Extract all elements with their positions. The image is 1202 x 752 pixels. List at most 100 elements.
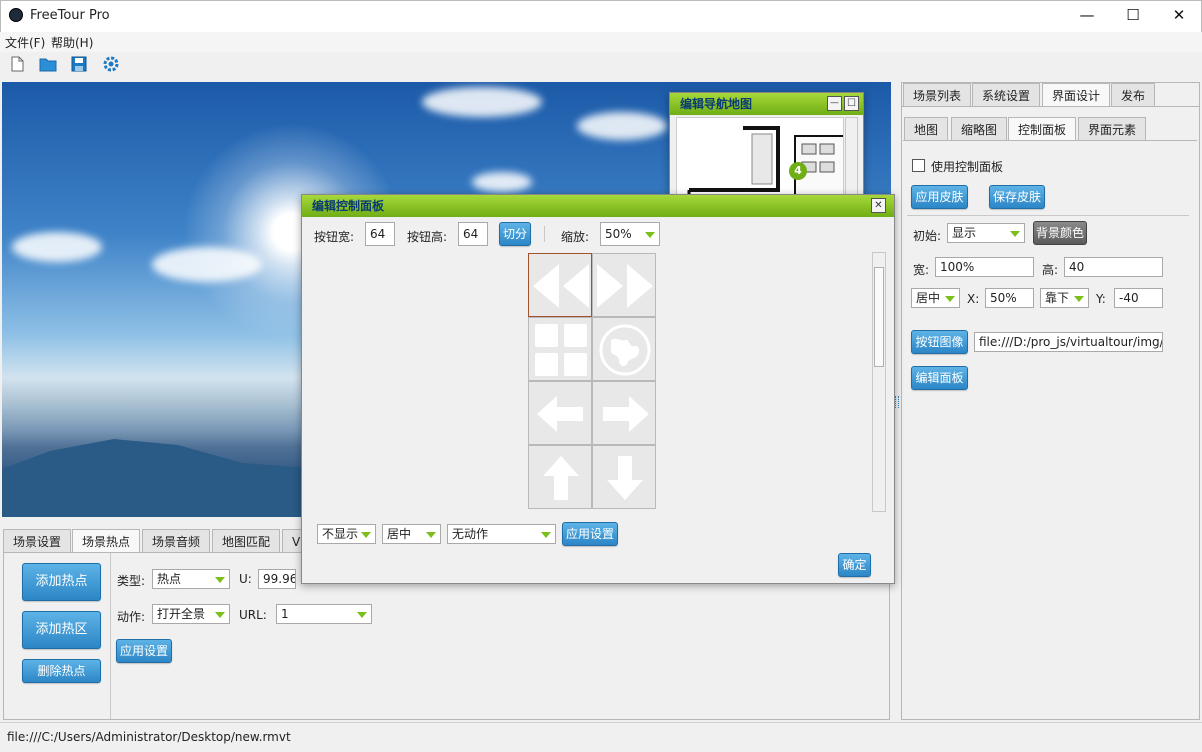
bg-color-button[interactable]: 背景颜色 — [1033, 221, 1087, 245]
divider — [902, 106, 1199, 107]
minimize-icon[interactable]: — — [827, 96, 842, 111]
tab-ui-design[interactable]: 界面设计 — [1042, 83, 1111, 107]
valign-select-value: 靠下 — [1045, 291, 1070, 305]
grid-cell-rewind[interactable] — [528, 253, 592, 317]
app-title: FreeTour Pro — [30, 8, 110, 23]
button-image-button[interactable]: 按钮图像 — [911, 330, 968, 354]
panel-action-select-value: 无动作 — [452, 527, 489, 541]
map-marker-badge[interactable]: 4 — [789, 162, 807, 180]
url-select-value: 1 — [281, 607, 289, 621]
minimize-button[interactable]: — — [1064, 0, 1110, 30]
menu-file[interactable]: 文件(F) — [5, 34, 45, 51]
maximize-icon[interactable]: ☐ — [844, 96, 859, 111]
maximize-button[interactable]: ☐ — [1110, 0, 1156, 30]
width-field[interactable]: 100% — [935, 257, 1034, 277]
grid-cell-thumbnails[interactable] — [528, 317, 592, 381]
splitter-handle[interactable] — [895, 396, 899, 408]
apply-skin-button[interactable]: 应用皮肤 — [911, 185, 968, 209]
ok-button[interactable]: 确定 — [838, 553, 871, 577]
url-label: URL: — [239, 608, 267, 622]
grid-scrollbar[interactable] — [872, 252, 886, 512]
grid-cell-arrow-right[interactable] — [592, 381, 656, 445]
menu-help[interactable]: 帮助(H) — [51, 34, 93, 51]
delete-hotspot-button[interactable]: 删除热点 — [22, 659, 101, 683]
grid-cell-globe[interactable] — [592, 317, 656, 381]
toolbar — [0, 52, 1202, 80]
grid-cell-arrow-down[interactable] — [592, 445, 656, 509]
tab-scene-hotspots[interactable]: 场景热点 — [72, 529, 141, 553]
use-panel-checkbox[interactable] — [912, 159, 925, 172]
zoom-label: 缩放: — [561, 230, 590, 244]
button-image-path-field[interactable]: file:///D:/pro_js/virtualtour/img/skir — [974, 332, 1163, 352]
save-icon[interactable] — [70, 55, 88, 73]
button-grid — [527, 252, 657, 512]
grid-cell-arrow-up[interactable] — [528, 445, 592, 509]
type-select-value: 热点 — [157, 572, 182, 586]
halign-select[interactable]: 居中 — [911, 288, 960, 308]
height-field[interactable]: 40 — [1064, 257, 1163, 277]
btn-width-field[interactable]: 64 — [365, 222, 395, 246]
tab-scene-settings[interactable]: 场景设置 — [3, 529, 72, 553]
close-button[interactable]: ✕ — [1156, 0, 1202, 30]
visibility-select-value: 不显示 — [322, 527, 359, 541]
action-label: 动作: — [117, 610, 146, 624]
height-label: 高: — [1042, 263, 1059, 277]
save-skin-button[interactable]: 保存皮肤 — [989, 185, 1045, 209]
add-hotspot-button[interactable]: 添加热点 — [22, 563, 101, 601]
initial-select[interactable]: 显示 — [947, 223, 1025, 243]
chevron-down-icon — [1074, 296, 1084, 302]
valign-select[interactable]: 靠下 — [1040, 288, 1089, 308]
new-file-icon[interactable] — [8, 55, 26, 73]
subtab-ui-elements[interactable]: 界面元素 — [1078, 117, 1147, 141]
x-label: X: — [967, 292, 980, 306]
u-label: U: — [239, 572, 252, 586]
arrow-left-icon — [537, 396, 583, 432]
panel-apply-button[interactable]: 应用设置 — [562, 522, 618, 546]
align-select[interactable]: 居中 — [382, 524, 441, 544]
split-button[interactable]: 切分 — [499, 222, 531, 246]
use-panel-label: 使用控制面板 — [931, 160, 1004, 174]
status-path: file:///C:/Users/Administrator/Desktop/n… — [7, 730, 291, 744]
x-field[interactable]: 50% — [985, 288, 1034, 308]
tab-publish[interactable]: 发布 — [1111, 83, 1156, 107]
u-field[interactable]: 99.96 — [258, 569, 296, 589]
tab-scene-audio[interactable]: 场景音频 — [142, 529, 211, 553]
settings-icon[interactable] — [102, 55, 120, 73]
width-label: 宽: — [913, 263, 930, 277]
subtab-thumbnail[interactable]: 缩略图 — [951, 117, 1008, 141]
forward-icon — [597, 264, 653, 308]
grid-cell-forward[interactable] — [592, 253, 656, 317]
chevron-down-icon — [361, 532, 371, 538]
action-select[interactable]: 打开全景 — [152, 604, 230, 624]
btn-height-field[interactable]: 64 — [458, 222, 488, 246]
initial-label: 初始: — [913, 229, 942, 243]
add-area-button[interactable]: 添加热区 — [22, 611, 101, 649]
panel-action-select[interactable]: 无动作 — [447, 524, 556, 544]
subtab-control-panel[interactable]: 控制面板 — [1008, 117, 1077, 141]
url-select[interactable]: 1 — [276, 604, 372, 624]
zoom-select[interactable]: 50% — [600, 222, 660, 246]
y-field[interactable]: -40 — [1114, 288, 1163, 308]
btn-height-label: 按钮高: — [407, 230, 448, 244]
thumbnails-icon — [535, 324, 587, 376]
chevron-down-icon — [215, 612, 225, 618]
rewind-icon — [533, 264, 589, 308]
chevron-down-icon — [215, 577, 225, 583]
tab-scene-list[interactable]: 场景列表 — [903, 83, 972, 107]
grid-cell-arrow-left[interactable] — [528, 381, 592, 445]
cloud — [12, 232, 102, 262]
visibility-select[interactable]: 不显示 — [317, 524, 376, 544]
hotspot-apply-button[interactable]: 应用设置 — [116, 639, 172, 663]
type-select[interactable]: 热点 — [152, 569, 230, 589]
scroll-thumb[interactable] — [874, 267, 884, 367]
edit-panel-button[interactable]: 编辑面板 — [911, 366, 968, 390]
tab-map-match[interactable]: 地图匹配 — [212, 529, 281, 553]
tab-system-settings[interactable]: 系统设置 — [972, 83, 1041, 107]
edit-panel-dialog-title: 编辑控制面板 — [302, 195, 894, 217]
subtab-map[interactable]: 地图 — [904, 117, 949, 141]
close-icon[interactable]: ✕ — [871, 198, 886, 213]
open-folder-icon[interactable] — [39, 55, 57, 73]
chevron-down-icon — [357, 612, 367, 618]
arrow-up-icon — [543, 456, 579, 500]
right-panel — [901, 82, 1200, 720]
